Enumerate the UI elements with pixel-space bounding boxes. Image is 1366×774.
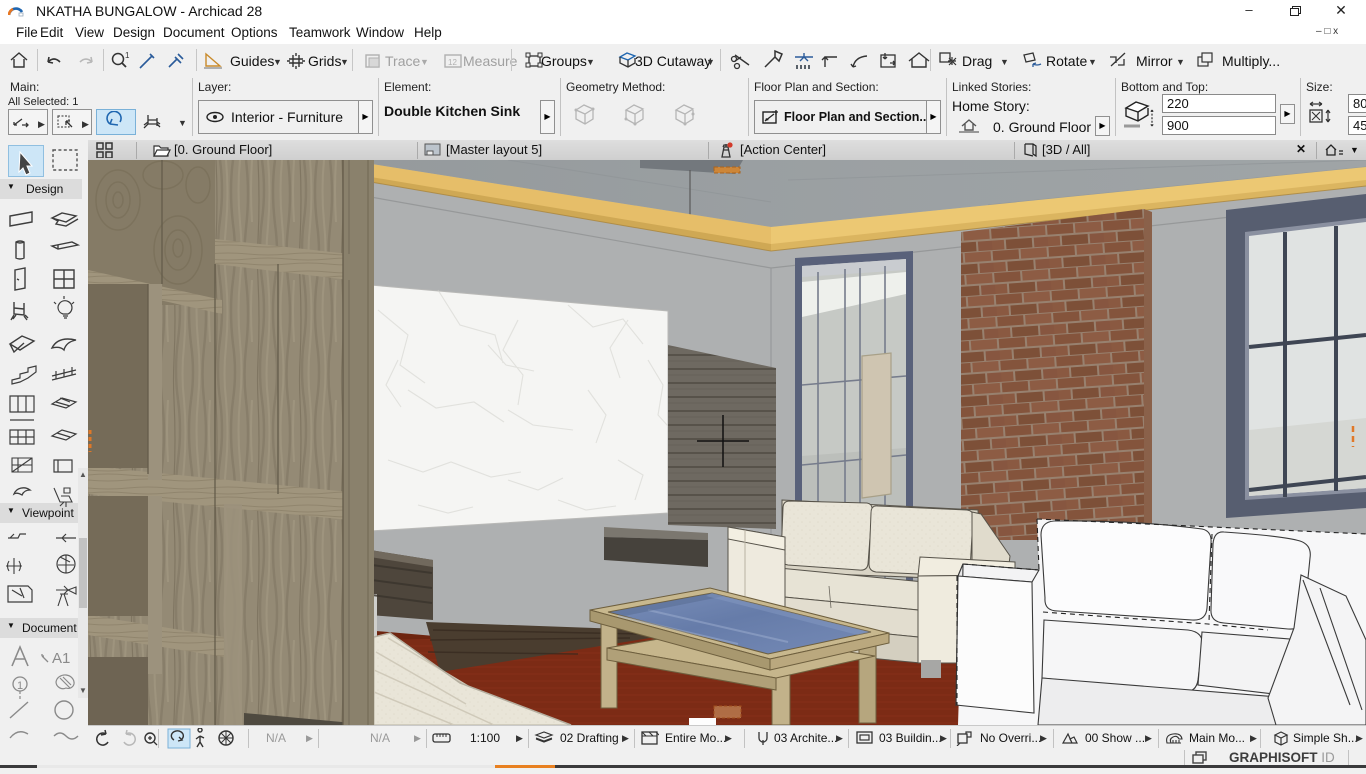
svg-text:▶: ▶ [82, 119, 89, 129]
svg-text:▶: ▶ [38, 119, 45, 129]
svg-text:A1: A1 [52, 650, 70, 667]
svg-text:1: 1 [17, 680, 23, 692]
svg-text:▼: ▼ [178, 118, 187, 128]
svg-text:1: 1 [125, 51, 130, 60]
svg-text:12: 12 [448, 58, 457, 67]
